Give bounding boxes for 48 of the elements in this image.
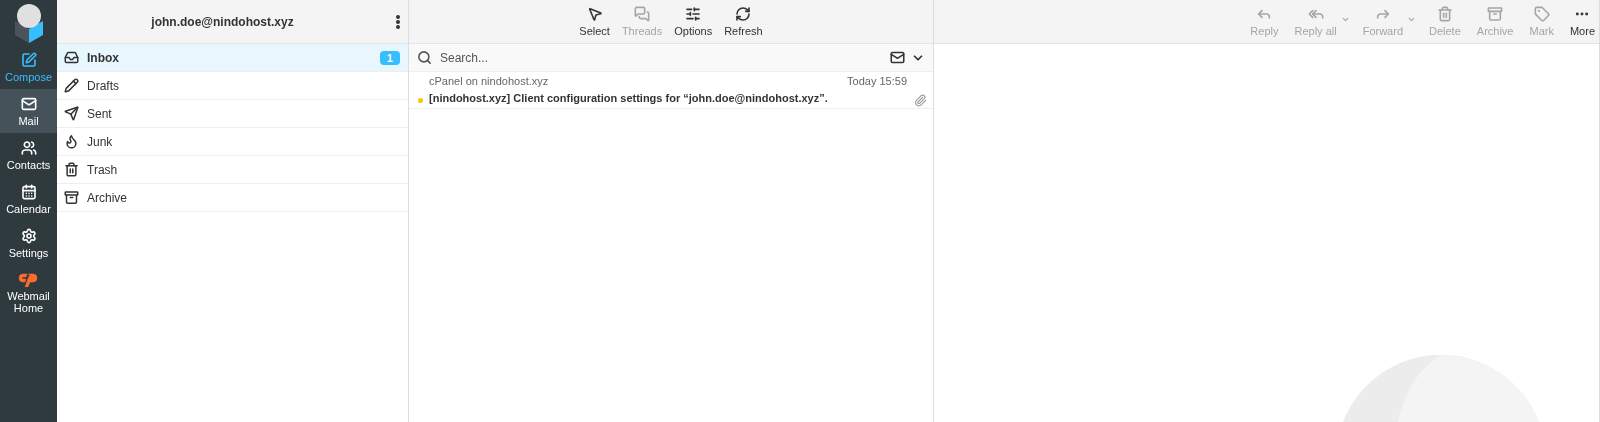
- message-date: Today 15:59: [847, 75, 907, 87]
- account-title: john.doe@nindohost.xyz: [150, 14, 295, 29]
- search-field[interactable]: Search...: [409, 44, 933, 72]
- cpanel-logo-icon: [17, 271, 40, 287]
- envelope-icon: [20, 95, 37, 112]
- pencil-icon: [64, 78, 79, 93]
- tag-icon: [1533, 6, 1550, 22]
- inbox-icon: [64, 50, 79, 65]
- folder-item[interactable]: Inbox 1: [57, 44, 408, 72]
- folder-name: Trash: [87, 162, 119, 177]
- message-sender: cPanel on nindohost.xyz: [429, 75, 549, 87]
- nav-item[interactable]: Mail: [0, 89, 57, 133]
- nav-item[interactable]: Compose: [0, 45, 57, 89]
- app-logo-icon: [12, 2, 45, 43]
- nav-item[interactable]: Settings: [0, 221, 57, 265]
- trash-icon: [64, 162, 79, 177]
- unread-count: 1: [379, 50, 400, 65]
- archive-box-icon: [1487, 6, 1504, 22]
- speech-bubbles-icon: [634, 6, 651, 22]
- folder-name: Drafts: [87, 78, 120, 93]
- search-input[interactable]: Search...: [438, 49, 884, 66]
- toolbar-button[interactable]: Options: [670, 0, 717, 43]
- folder-name: Junk: [87, 134, 114, 149]
- paper-plane-icon: [64, 106, 79, 121]
- toolbar-button[interactable]: Select: [575, 0, 614, 43]
- sliders-icon: [685, 6, 702, 22]
- folder-name: Inbox: [87, 50, 120, 65]
- folder-name: Archive: [87, 190, 128, 205]
- menu-icon: [396, 14, 400, 29]
- calendar-icon: [20, 183, 37, 200]
- message-subject: [nindohost.xyz] Client configuration settings for “john.doe@nindohost.xyz”.: [429, 92, 829, 104]
- trash-icon: [1436, 6, 1453, 22]
- pointer-icon: [586, 6, 603, 22]
- toolbar-button[interactable]: Refresh: [720, 0, 767, 43]
- nav-item[interactable]: Calendar: [0, 177, 57, 221]
- refresh-icon: [735, 6, 752, 22]
- message-row[interactable]: cPanel on nindohost.xyz Today 15:59 [nindohost.xyz] Client configuration settings for “john.doe@nindohost.xyz”.: [409, 72, 933, 109]
- archive-box-icon: [64, 190, 79, 205]
- toolbar-button[interactable]: More: [1565, 0, 1599, 43]
- compose-icon: [20, 51, 37, 68]
- nav-item[interactable]: Contacts: [0, 133, 57, 177]
- users-icon: [20, 139, 37, 156]
- search-icon: [417, 50, 432, 65]
- envelope-icon[interactable]: [890, 50, 905, 65]
- flame-icon: [64, 134, 79, 149]
- gear-icon: [20, 227, 37, 244]
- nav-item[interactable]: Webmail Home: [0, 265, 57, 320]
- folder-name: Sent: [87, 106, 113, 121]
